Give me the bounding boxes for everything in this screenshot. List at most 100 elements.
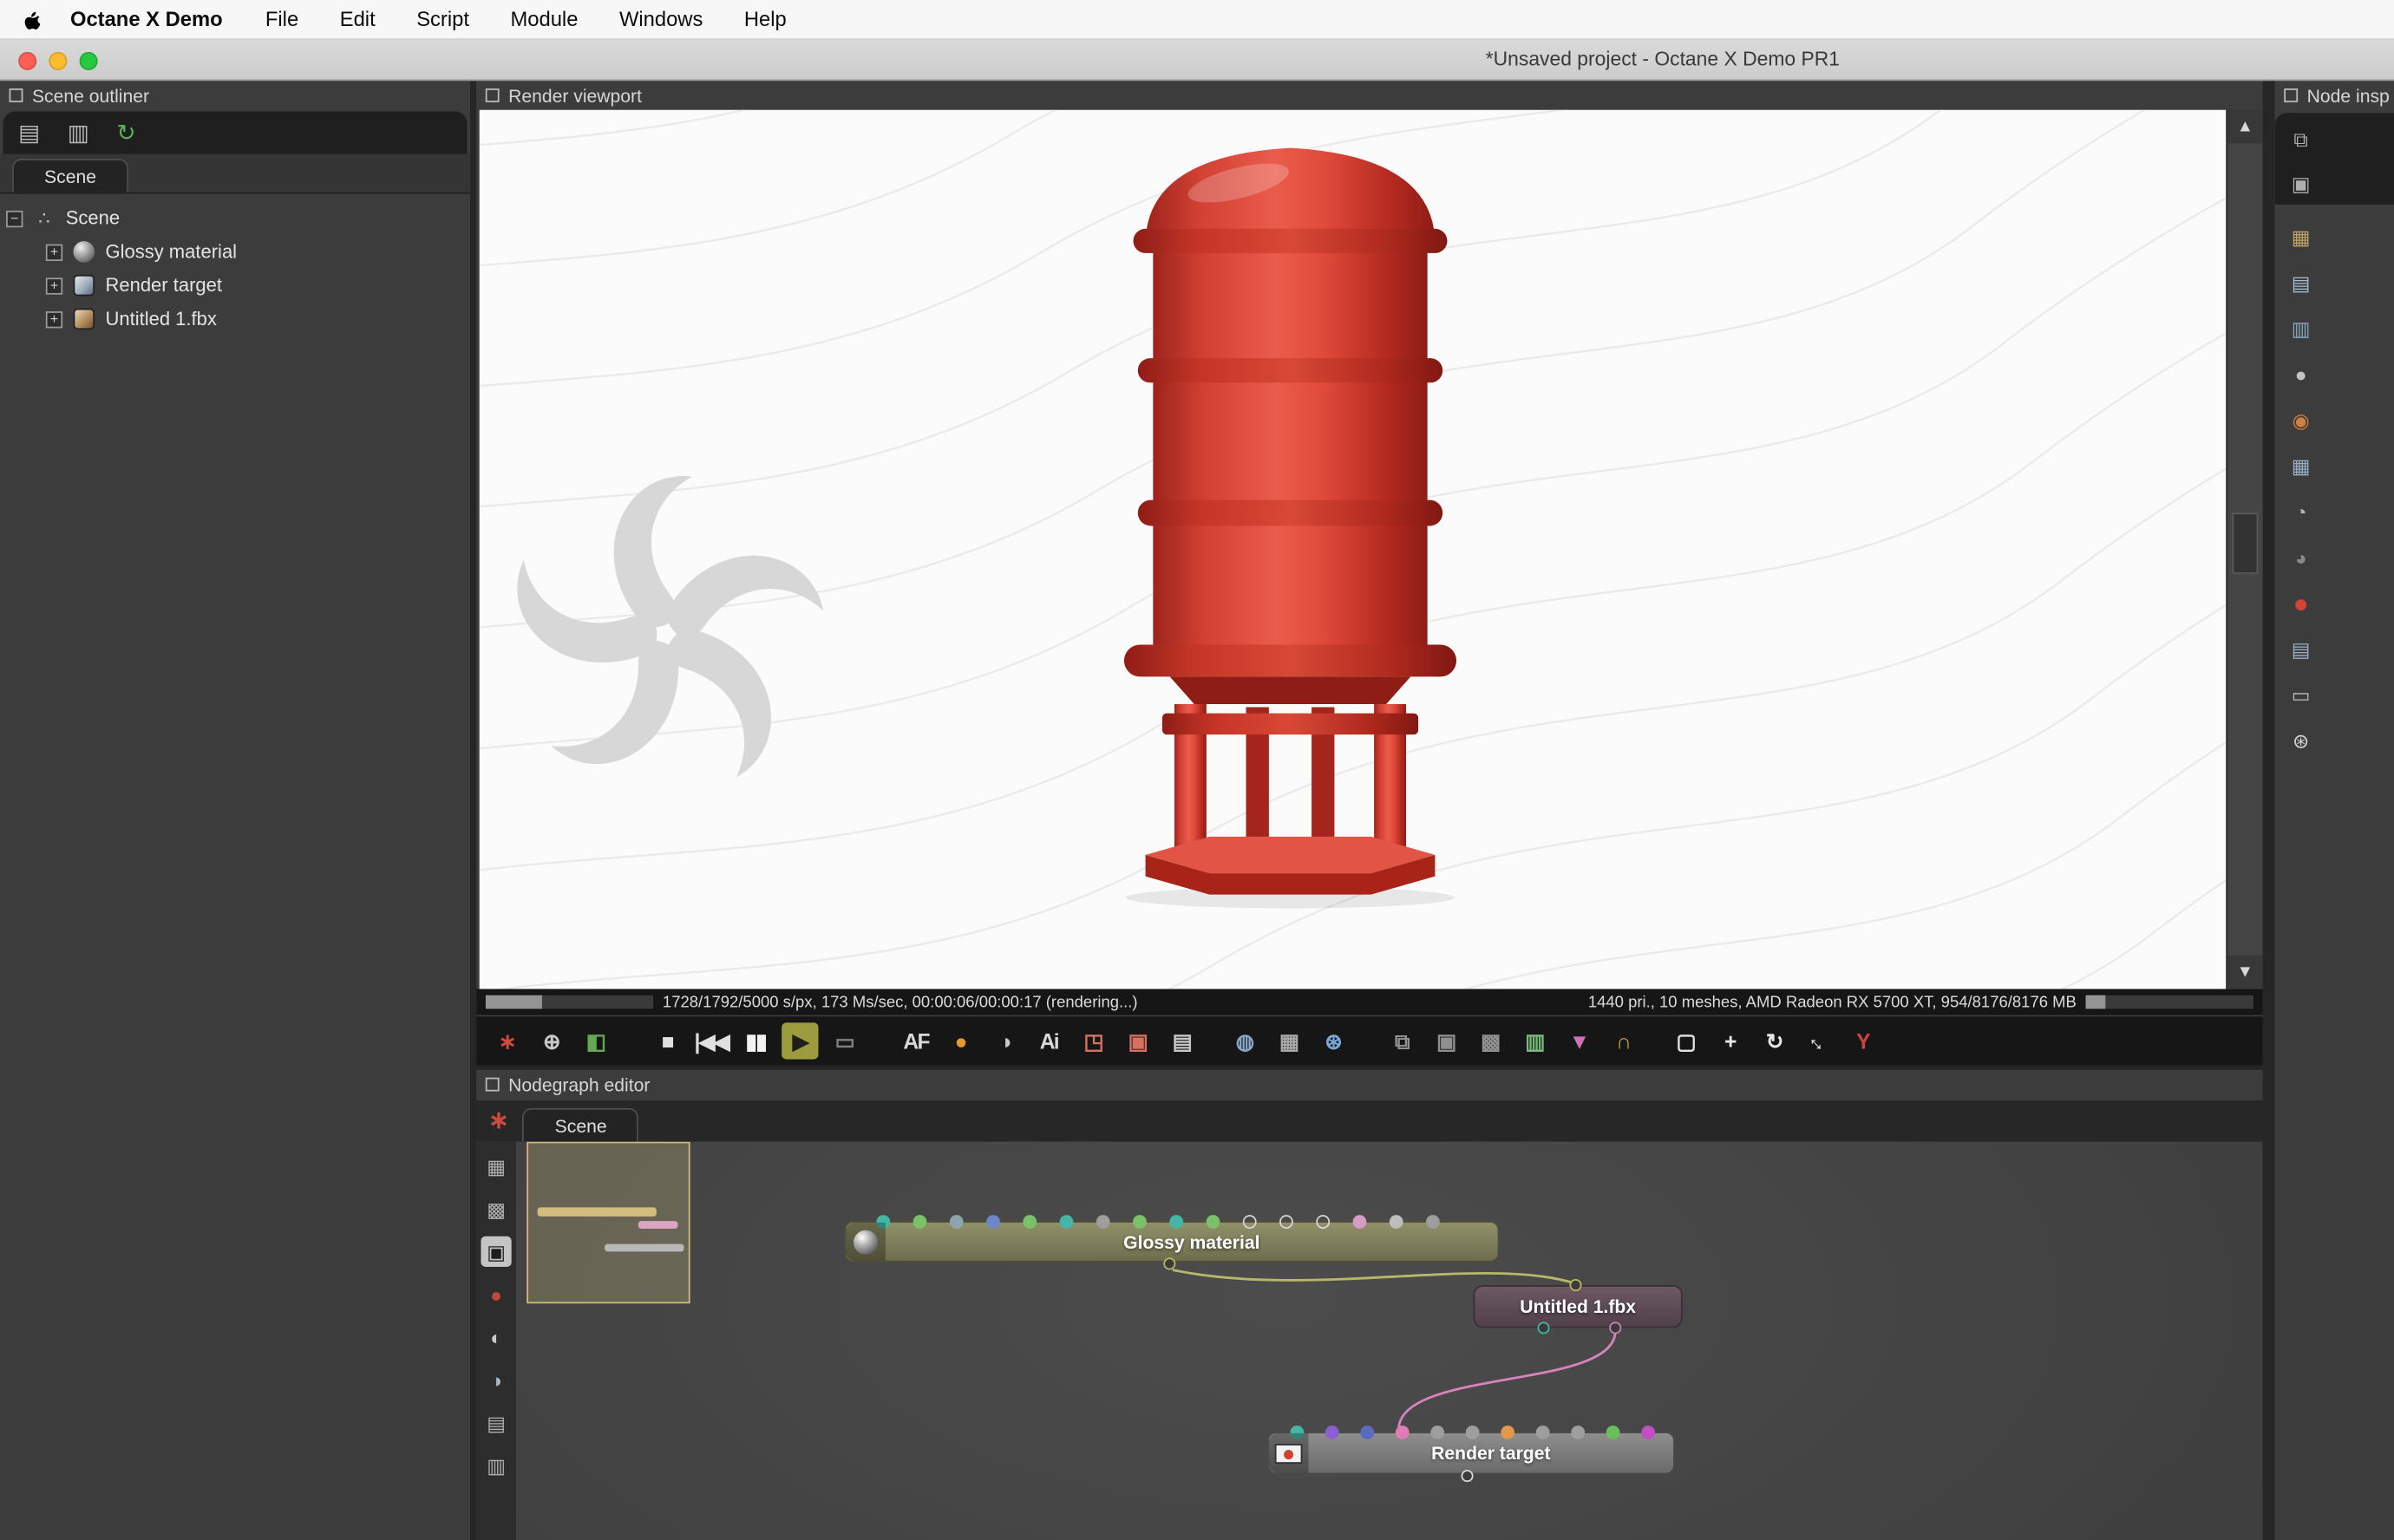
save-buffer-icon[interactable]: ▩ (1472, 1022, 1508, 1059)
refresh-icon[interactable]: ↻ (116, 121, 135, 144)
minimize-button[interactable] (49, 51, 68, 70)
expander-toggle[interactable]: + (45, 277, 63, 294)
output-pin[interactable] (1163, 1257, 1176, 1270)
object-picker-icon[interactable]: Ai (1030, 1022, 1067, 1059)
node-palette-icon[interactable]: ∗ (488, 1022, 525, 1059)
camera-node-icon[interactable]: ▥ (481, 1450, 511, 1480)
input-pin[interactable] (1569, 1279, 1582, 1292)
nodegraph-canvas[interactable]: Glossy material Untitled 1.fbx Render ta… (516, 1141, 2263, 1540)
node-glossy-material[interactable]: Glossy material (844, 1215, 1500, 1270)
zoom-button[interactable] (79, 51, 98, 70)
restart-render-icon[interactable]: |◀◀ (693, 1022, 729, 1059)
clay-mode-icon[interactable]: ▤ (1163, 1022, 1200, 1059)
droplet-icon[interactable]: ◉ (2286, 404, 2316, 434)
menu-module[interactable]: Module (510, 8, 578, 30)
output-pin[interactable] (1537, 1321, 1550, 1334)
grid-overlay-icon[interactable]: ▦ (1270, 1022, 1306, 1059)
copy-image-icon[interactable]: ⧉ (1383, 1022, 1420, 1059)
tree-row[interactable]: + Untitled 1.fbx (45, 303, 470, 336)
output-pin[interactable] (1461, 1470, 1474, 1483)
menu-file[interactable]: File (265, 8, 298, 30)
environment-node-icon[interactable]: ◑ (481, 1365, 511, 1395)
menu-windows[interactable]: Windows (619, 8, 703, 30)
dock-toggle-icon[interactable] (9, 88, 23, 102)
play-render-icon[interactable]: ▶ (782, 1022, 819, 1060)
copy-node-icon[interactable]: ⧉ (2286, 124, 2316, 154)
axis-gizmo-icon[interactable]: Y (1844, 1022, 1881, 1059)
clock-icon[interactable]: ◔ (2286, 496, 2316, 526)
tree-row[interactable]: + Glossy material (45, 235, 470, 269)
grid-icon[interactable]: ▦ (2286, 450, 2316, 480)
picture-icon[interactable]: ▭ (2286, 679, 2316, 709)
image-icon[interactable]: ▦ (2286, 221, 2316, 251)
panel-splitter[interactable] (2262, 81, 2275, 1540)
nodegraph-minimap[interactable] (527, 1141, 690, 1304)
menu-help[interactable]: Help (744, 8, 787, 30)
layers-icon[interactable]: ▤ (2286, 633, 2316, 663)
stop-render-icon[interactable]: ■ (649, 1022, 685, 1059)
sun-icon[interactable]: ⊛ (2286, 725, 2316, 755)
stack-icon[interactable]: ▥ (2286, 313, 2316, 343)
tab-scene[interactable]: Scene (522, 1107, 639, 1142)
dark-sphere-icon[interactable]: ◕ (2286, 542, 2316, 572)
fit-view-icon[interactable]: ↔ (1793, 1015, 1845, 1067)
tab-scene[interactable]: Scene (12, 159, 128, 192)
sphere-icon[interactable]: ● (2286, 359, 2316, 389)
display-mode-icon[interactable]: ▭ (826, 1022, 862, 1059)
scrollbar-thumb[interactable] (2232, 512, 2259, 574)
geometry-node-icon[interactable]: ▤ (481, 1407, 511, 1438)
tree-row[interactable]: + Render target (45, 269, 470, 303)
autofocus-icon[interactable]: AF (898, 1022, 934, 1059)
expander-toggle[interactable]: + (45, 243, 63, 261)
geometry-icon[interactable]: ▤ (2286, 267, 2316, 297)
menu-script[interactable]: Script (416, 8, 469, 30)
apple-menu-icon[interactable] (22, 9, 43, 30)
scroll-down-icon[interactable]: ▼ (2227, 955, 2263, 989)
screenshot-icon[interactable]: ▥ (1516, 1022, 1553, 1059)
link-nodes-icon[interactable]: ▦ (481, 1151, 511, 1181)
expander-toggle[interactable]: − (6, 210, 23, 227)
unlink-nodes-icon[interactable]: ▩ (481, 1193, 511, 1224)
move-tool-icon[interactable]: + (1711, 1022, 1748, 1059)
preview-cube-icon[interactable]: ◧ (577, 1022, 613, 1059)
output-pin[interactable] (1609, 1321, 1622, 1334)
save-image-icon[interactable]: ▣ (1428, 1022, 1464, 1059)
save-outliner-icon[interactable]: ▤ (18, 121, 40, 144)
menu-edit[interactable]: Edit (340, 8, 376, 30)
app-menu-title[interactable]: Octane X Demo (70, 8, 223, 30)
panorama-icon[interactable]: ◍ (1226, 1022, 1262, 1059)
scroll-up-icon[interactable]: ▲ (2227, 109, 2263, 144)
expand-tree-icon[interactable]: ▥ (68, 121, 89, 144)
image-node-icon[interactable]: ▣ (481, 1236, 512, 1267)
pause-render-icon[interactable]: ▮▮ (737, 1022, 774, 1059)
texture-node-icon[interactable]: ◐ (481, 1321, 511, 1352)
render-viewport-canvas[interactable] (479, 109, 2227, 989)
dock-toggle-icon[interactable] (2284, 88, 2299, 102)
node-untitled-fbx[interactable]: Untitled 1.fbx (1473, 1279, 1683, 1334)
film-region-icon[interactable]: ▣ (1119, 1022, 1155, 1059)
bounding-box-icon[interactable]: ▢ (1667, 1022, 1704, 1059)
close-button[interactable] (18, 51, 37, 70)
paste-node-icon[interactable]: ▣ (2286, 168, 2316, 199)
rendered-model (1123, 147, 1457, 909)
render-region-icon[interactable]: ◳ (1075, 1022, 1111, 1059)
scene-tree: − Scene + Glossy material + Render targe… (0, 194, 470, 336)
viewport-scrollbar[interactable]: ▲ ▼ (2226, 109, 2263, 989)
node-render-target[interactable]: Render target (1266, 1426, 1675, 1483)
tree-row[interactable]: − Scene (6, 201, 470, 235)
expander-toggle[interactable]: + (45, 310, 63, 328)
material-red-icon[interactable]: ● (2286, 588, 2316, 618)
rotate-tool-icon[interactable]: ↻ (1756, 1022, 1792, 1059)
panel-splitter[interactable] (470, 81, 477, 1540)
material-node-icon[interactable]: ● (481, 1279, 511, 1309)
material-picker-icon[interactable]: ◑ (986, 1022, 1023, 1059)
white-balance-picker-icon[interactable]: ● (942, 1022, 978, 1059)
denoiser-icon[interactable]: ⊛ (1315, 1022, 1351, 1059)
dock-toggle-icon[interactable] (485, 88, 500, 102)
node-palette-icon[interactable]: ∗ (488, 1108, 509, 1133)
dock-toggle-icon[interactable] (485, 1077, 500, 1092)
recenter-view-icon[interactable]: ⊕ (533, 1022, 569, 1059)
window-titlebar[interactable]: *Unsaved project - Octane X Demo PR1 (0, 39, 2394, 82)
material-preview-icon[interactable]: ▼ (1560, 1022, 1597, 1059)
lock-resolution-icon[interactable]: ∩ (1605, 1022, 1641, 1059)
